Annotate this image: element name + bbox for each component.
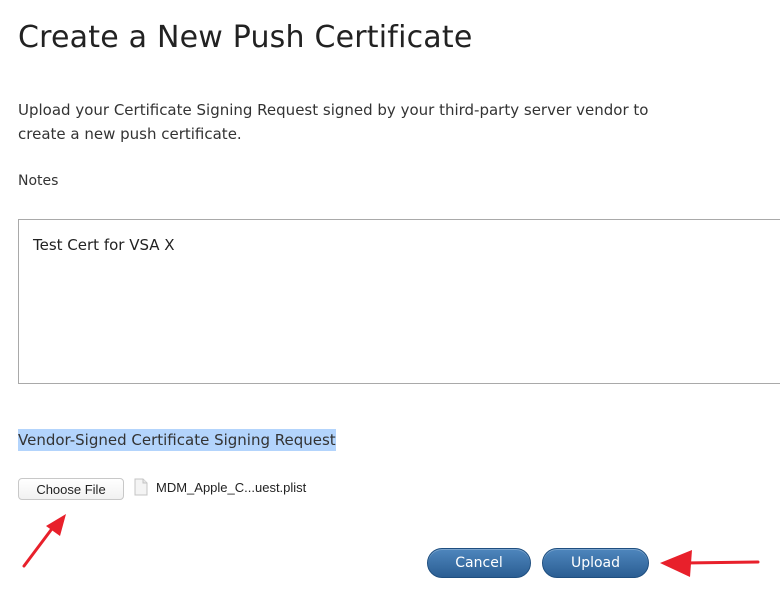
page-description: Upload your Certificate Signing Request … [18,101,649,143]
selected-file-name: MDM_Apple_C...uest.plist [156,480,307,495]
arrow-icon [660,550,760,577]
choose-file-button[interactable]: Choose File [18,478,124,500]
push-certificate-page: Create a New Push Certificate Upload you… [0,0,780,604]
file-icon [134,478,148,496]
csr-label: Vendor-Signed Certificate Signing Reques… [18,429,336,451]
notes-label: Notes [18,173,59,189]
arrow-icon [22,514,66,568]
page-title: Create a New Push Certificate [18,20,473,55]
upload-button[interactable]: Upload [542,548,649,578]
notes-textarea[interactable]: Test Cert for VSA X [18,219,780,384]
cancel-button[interactable]: Cancel [427,548,531,578]
